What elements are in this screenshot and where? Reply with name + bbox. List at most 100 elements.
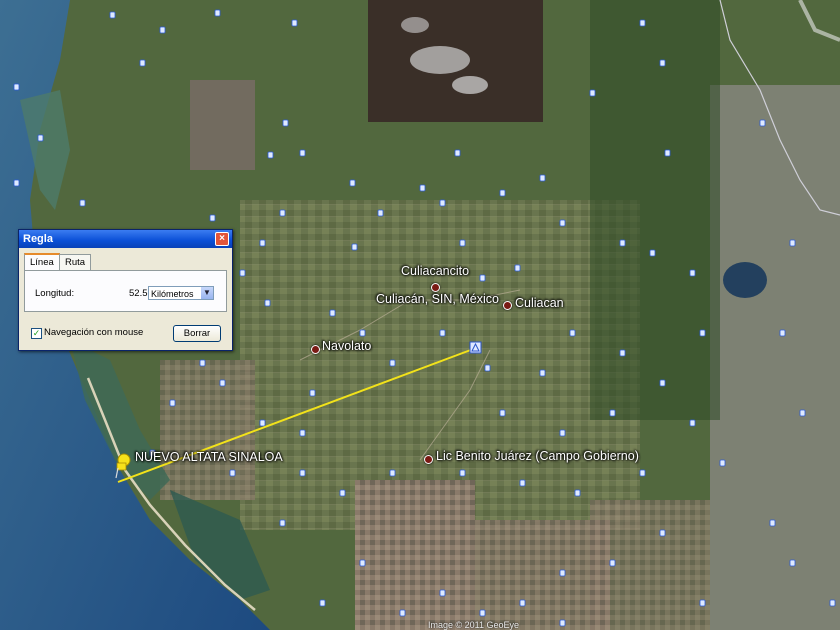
- poi-marker-icon[interactable]: [514, 264, 521, 272]
- poi-marker-icon[interactable]: [459, 469, 466, 477]
- chevron-down-icon[interactable]: ▼: [201, 287, 213, 299]
- poi-marker-icon[interactable]: [759, 119, 766, 127]
- mouse-nav-label[interactable]: Navegación con mouse: [44, 327, 143, 338]
- poi-marker-icon[interactable]: [319, 599, 326, 607]
- poi-marker-icon[interactable]: [329, 309, 336, 317]
- poi-marker-icon[interactable]: [37, 134, 44, 142]
- poi-marker-icon[interactable]: [139, 59, 146, 67]
- poi-marker-icon[interactable]: [539, 174, 546, 182]
- poi-marker-icon[interactable]: [229, 469, 236, 477]
- dialog-titlebar[interactable]: Regla ×: [19, 230, 232, 248]
- poi-marker-icon[interactable]: [439, 589, 446, 597]
- close-icon[interactable]: ×: [215, 232, 229, 246]
- poi-marker-icon[interactable]: [609, 559, 616, 567]
- poi-marker-icon[interactable]: [351, 243, 358, 251]
- poi-marker-icon[interactable]: [659, 379, 666, 387]
- poi-marker-icon[interactable]: [619, 239, 626, 247]
- poi-marker-icon[interactable]: [377, 209, 384, 217]
- poi-marker-icon[interactable]: [219, 379, 226, 387]
- poi-marker-icon[interactable]: [209, 214, 216, 222]
- poi-marker-icon[interactable]: [799, 409, 806, 417]
- poi-marker-icon[interactable]: [649, 249, 656, 257]
- poi-marker-icon[interactable]: [789, 239, 796, 247]
- place-marker-culiacan[interactable]: [503, 301, 512, 310]
- tab-ruta[interactable]: Ruta: [59, 254, 92, 270]
- poi-marker-icon[interactable]: [539, 369, 546, 377]
- poi-marker-icon[interactable]: [264, 299, 271, 307]
- place-label-navolato[interactable]: Navolato: [322, 339, 371, 353]
- poi-marker-icon[interactable]: [499, 189, 506, 197]
- place-marker-culiacancito[interactable]: [431, 283, 440, 292]
- poi-marker-icon[interactable]: [609, 409, 616, 417]
- poi-marker-icon[interactable]: [419, 184, 426, 192]
- poi-marker-icon[interactable]: [499, 409, 506, 417]
- poi-marker-icon[interactable]: [299, 429, 306, 437]
- poi-marker-icon[interactable]: [559, 429, 566, 437]
- poi-marker-icon[interactable]: [399, 609, 406, 617]
- poi-marker-icon[interactable]: [279, 209, 286, 217]
- place-marker-benito[interactable]: [424, 455, 433, 464]
- poi-marker-icon[interactable]: [359, 329, 366, 337]
- poi-marker-icon[interactable]: [719, 459, 726, 467]
- poi-marker-icon[interactable]: [559, 219, 566, 227]
- poi-marker-icon[interactable]: [699, 599, 706, 607]
- poi-marker-icon[interactable]: [389, 469, 396, 477]
- poi-marker-icon[interactable]: [239, 269, 246, 277]
- poi-marker-icon[interactable]: [639, 19, 646, 27]
- poi-marker-icon[interactable]: [79, 199, 86, 207]
- poi-marker-icon[interactable]: [299, 149, 306, 157]
- poi-marker-icon[interactable]: [291, 19, 298, 27]
- poi-marker-icon[interactable]: [769, 519, 776, 527]
- place-label-culiacan-sin[interactable]: Culiacán, SIN, México: [376, 292, 499, 306]
- poi-marker-icon[interactable]: [589, 89, 596, 97]
- tab-linea[interactable]: Línea: [24, 253, 60, 271]
- poi-marker-icon[interactable]: [699, 329, 706, 337]
- poi-marker-icon[interactable]: [282, 119, 289, 127]
- poi-marker-icon[interactable]: [169, 399, 176, 407]
- poi-marker-icon[interactable]: [559, 619, 566, 627]
- poi-marker-icon[interactable]: [267, 151, 274, 159]
- poi-marker-icon[interactable]: [484, 364, 491, 372]
- poi-marker-icon[interactable]: [299, 469, 306, 477]
- poi-marker-icon[interactable]: [689, 269, 696, 277]
- poi-marker-icon[interactable]: [439, 199, 446, 207]
- poi-marker-icon[interactable]: [339, 489, 346, 497]
- poi-marker-icon[interactable]: [569, 329, 576, 337]
- poi-marker-icon[interactable]: [109, 11, 116, 19]
- poi-marker-icon[interactable]: [659, 59, 666, 67]
- clear-button[interactable]: Borrar: [173, 325, 221, 342]
- poi-marker-icon[interactable]: [519, 599, 526, 607]
- place-marker-navolato[interactable]: [311, 345, 320, 354]
- poi-marker-icon[interactable]: [259, 419, 266, 427]
- poi-marker-icon[interactable]: [389, 359, 396, 367]
- poi-marker-icon[interactable]: [459, 239, 466, 247]
- poi-marker-icon[interactable]: [479, 274, 486, 282]
- poi-marker-icon[interactable]: [199, 359, 206, 367]
- poi-marker-icon[interactable]: [309, 389, 316, 397]
- poi-marker-icon[interactable]: [659, 529, 666, 537]
- place-label-benito[interactable]: Lic Benito Juárez (Campo Gobierno): [436, 449, 639, 463]
- unit-select[interactable]: Kilómetros ▼: [148, 286, 214, 300]
- poi-marker-icon[interactable]: [519, 479, 526, 487]
- poi-marker-icon[interactable]: [779, 329, 786, 337]
- poi-marker-icon[interactable]: [789, 559, 796, 567]
- poi-marker-icon[interactable]: [259, 239, 266, 247]
- poi-marker-icon[interactable]: [439, 329, 446, 337]
- poi-marker-icon[interactable]: [359, 559, 366, 567]
- poi-marker-icon[interactable]: [574, 489, 581, 497]
- poi-marker-icon[interactable]: [349, 179, 356, 187]
- poi-marker-icon[interactable]: [13, 83, 20, 91]
- poi-marker-icon[interactable]: [639, 469, 646, 477]
- place-label-culiacancito[interactable]: Culiacancito: [401, 264, 469, 278]
- poi-marker-icon[interactable]: [619, 349, 626, 357]
- poi-marker-icon[interactable]: [159, 26, 166, 34]
- poi-marker-icon[interactable]: [829, 599, 836, 607]
- ruler-endpoint-icon[interactable]: [469, 341, 482, 354]
- poi-marker-icon[interactable]: [214, 9, 221, 17]
- poi-marker-icon[interactable]: [689, 419, 696, 427]
- poi-marker-icon[interactable]: [479, 609, 486, 617]
- poi-marker-icon[interactable]: [559, 569, 566, 577]
- place-label-altata[interactable]: NUEVO ALTATA SINALOA: [135, 450, 283, 464]
- poi-marker-icon[interactable]: [454, 149, 461, 157]
- mouse-nav-checkbox[interactable]: ✓: [31, 328, 42, 339]
